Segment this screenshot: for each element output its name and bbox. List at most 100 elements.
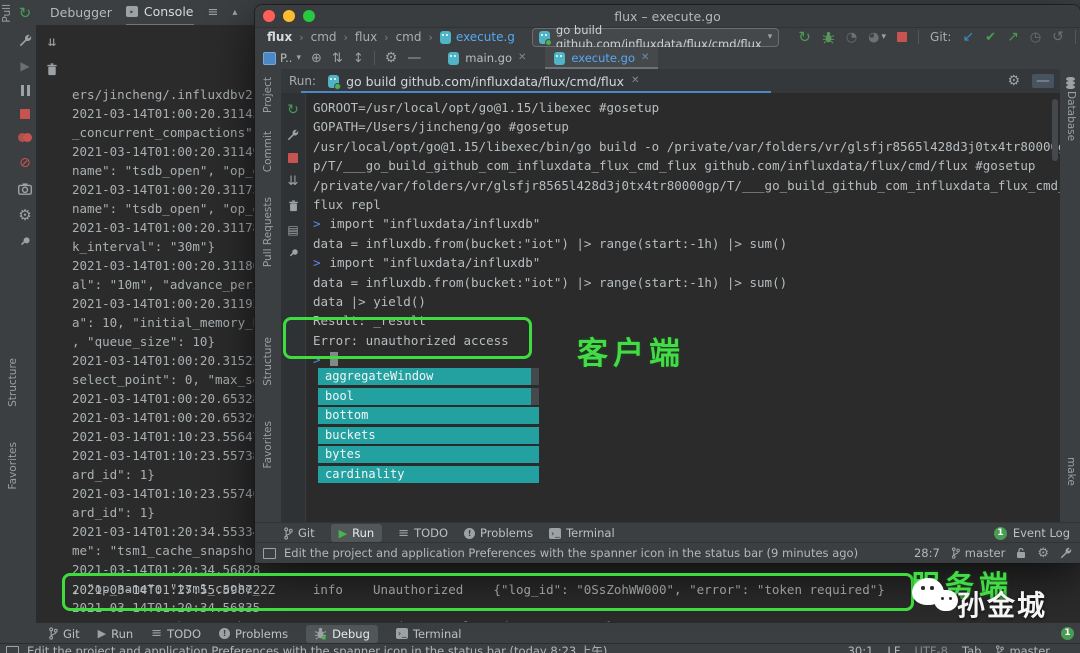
tool-label-structure[interactable]: Structure — [262, 337, 274, 386]
run-settings-gear-icon[interactable]: ⚙ — [1007, 74, 1020, 88]
pin-icon[interactable] — [19, 236, 31, 248]
tool-label-commit[interactable]: Commit — [262, 131, 274, 172]
tool-label-structure[interactable]: Structure — [7, 358, 19, 407]
close-tab-icon[interactable]: ✕ — [631, 76, 639, 86]
tool-label-project[interactable]: Project — [262, 77, 274, 113]
toolwindow-todo[interactable]: ≡TODO — [398, 526, 448, 540]
caret-position[interactable]: 30:1 — [848, 644, 874, 653]
event-log-button[interactable]: 1Event Log — [994, 526, 1080, 540]
line-separator[interactable]: LF — [887, 644, 900, 653]
locate-file-icon[interactable]: ⊕ — [311, 52, 322, 65]
tab-debugger[interactable]: Debugger — [50, 5, 112, 20]
ide-settings-icon[interactable]: ⚙ — [1037, 547, 1049, 560]
git-branch[interactable]: master — [995, 644, 1050, 653]
toolwindow-git[interactable]: Git — [48, 627, 80, 641]
expand-all-icon[interactable]: ⇅ — [332, 52, 343, 65]
breadcrumb-sep: › — [384, 31, 388, 44]
tool-label-favorites[interactable]: Favorites — [7, 442, 19, 489]
tool-label-favorites[interactable]: Favorites — [262, 421, 274, 468]
encoding[interactable]: UTF-8 — [914, 644, 948, 653]
console-scrollbar-thumb[interactable] — [1052, 99, 1058, 161]
wrench-icon[interactable] — [287, 129, 299, 141]
profiler-button[interactable]: ◕▾ — [868, 31, 886, 44]
editor-tab-execute[interactable]: execute.go ✕ — [545, 47, 658, 69]
tool-label-database[interactable]: Database — [1065, 91, 1077, 141]
toolwindow-debug[interactable]: Debug — [306, 625, 378, 643]
project-pane-button[interactable]: P..▾ — [263, 51, 301, 65]
indent-style[interactable]: Tab — [962, 644, 981, 653]
scroll-to-end-icon[interactable]: ⇊ — [288, 175, 299, 188]
autocomplete-item[interactable]: aggregateWindow — [318, 368, 539, 385]
breadcrumb-flux[interactable]: flux — [267, 30, 292, 44]
hide-run-panel-icon[interactable]: — — [1032, 74, 1054, 88]
restore-layout-icon[interactable]: ▴ — [232, 8, 237, 18]
options-gear-icon[interactable]: ⚙ — [385, 51, 398, 65]
tab-console[interactable]: ▸ Console — [126, 0, 194, 26]
tool-label-pull[interactable]: Pull — [1, 4, 13, 23]
caret-position[interactable]: 28:7 — [914, 546, 940, 560]
autocomplete-item[interactable]: buckets — [318, 427, 539, 444]
toolwindow-run[interactable]: ▶Run — [331, 524, 383, 542]
git-push-button[interactable]: ↗ — [1007, 30, 1019, 44]
settings-gear-icon[interactable]: ⚙ — [18, 208, 31, 223]
run-configuration-select[interactable]: go build github.com/influxdata/flux/cmd/… — [532, 28, 779, 47]
toolwindow-problems[interactable]: !Problems — [219, 627, 288, 641]
popup-scrollbar[interactable] — [531, 368, 539, 385]
toolwindow-git[interactable]: Git — [283, 526, 315, 540]
clear-console-trash-icon[interactable] — [288, 200, 299, 212]
git-commit-button[interactable]: ✔ — [985, 31, 996, 44]
rerun-icon[interactable]: ↻ — [19, 6, 32, 21]
front-left-toolstrip: Project Commit Pull Requests Structure F… — [255, 69, 282, 523]
close-tab-icon[interactable]: ✕ — [518, 53, 526, 63]
collapse-all-icon[interactable]: ↕ — [353, 52, 364, 65]
history-clock-icon[interactable]: ◷ — [1030, 31, 1041, 44]
stop-icon[interactable] — [20, 109, 30, 119]
stop-icon[interactable] — [288, 153, 298, 163]
rerun-icon[interactable]: ↻ — [287, 103, 299, 117]
toolwindow-terminal[interactable]: ›_Terminal — [549, 526, 615, 540]
run-button[interactable]: ↻ — [798, 30, 811, 45]
popup-scrollbar[interactable] — [531, 388, 539, 405]
rollback-icon[interactable]: ↺ — [1052, 30, 1064, 44]
git-update-button[interactable]: ↙ — [962, 30, 974, 44]
layout-options-icon[interactable]: ≡ — [208, 6, 219, 19]
close-tab-icon[interactable]: ✕ — [641, 53, 649, 63]
pin-icon[interactable] — [288, 248, 299, 259]
stop-button[interactable] — [897, 32, 907, 42]
editor-tab-main[interactable]: main.go ✕ — [439, 47, 535, 69]
lock-icon[interactable] — [1016, 547, 1026, 559]
project-icon — [263, 52, 276, 65]
resume-icon[interactable]: ▶ — [20, 60, 29, 72]
debug-button[interactable] — [822, 31, 835, 44]
toolwindow-problems[interactable]: !Problems — [464, 526, 533, 540]
window-icon[interactable] — [263, 548, 276, 559]
breadcrumb-cmd[interactable]: cmd — [311, 30, 337, 44]
breadcrumb-flux2[interactable]: flux — [355, 30, 377, 44]
soft-wrap-icon[interactable]: ▤ — [287, 224, 298, 236]
autocomplete-item[interactable]: cardinality — [318, 466, 539, 483]
autocomplete-item[interactable]: bytes — [318, 446, 539, 463]
event-log-badge[interactable]: 1 — [1061, 627, 1074, 640]
toolwindow-todo[interactable]: ≡TODO — [151, 627, 201, 641]
breakpoints-icon[interactable] — [18, 132, 32, 143]
hide-panel-icon[interactable]: — — [407, 51, 421, 65]
tool-label-pull-requests[interactable]: Pull Requests — [262, 197, 274, 267]
autocomplete-item[interactable]: bottom — [318, 407, 539, 424]
git-branch[interactable]: master — [951, 546, 1006, 560]
spanner-icon[interactable] — [1060, 547, 1072, 559]
snapshot-camera-icon[interactable] — [18, 183, 32, 195]
scroll-to-end-icon[interactable]: ⇊ — [48, 35, 56, 49]
breadcrumb-file[interactable]: execute.g — [440, 30, 515, 44]
pause-icon[interactable] — [21, 85, 30, 96]
breadcrumb-cmd2[interactable]: cmd — [396, 30, 422, 44]
wrench-icon[interactable] — [19, 34, 32, 47]
clear-console-trash-icon[interactable] — [46, 63, 58, 76]
toolwindow-terminal[interactable]: ›_Terminal — [396, 627, 462, 641]
tool-label-make[interactable]: make — [1065, 457, 1077, 486]
toolwindow-run[interactable]: ▶Run — [98, 627, 134, 641]
autocomplete-item[interactable]: bool — [318, 388, 539, 405]
coverage-button[interactable]: ◔ — [846, 31, 857, 44]
mute-breakpoints-icon[interactable]: ⊘ — [19, 156, 31, 170]
window-icon[interactable] — [6, 646, 19, 653]
run-tab[interactable]: go build github.com/influxdata/flux/cmd/… — [324, 69, 643, 93]
